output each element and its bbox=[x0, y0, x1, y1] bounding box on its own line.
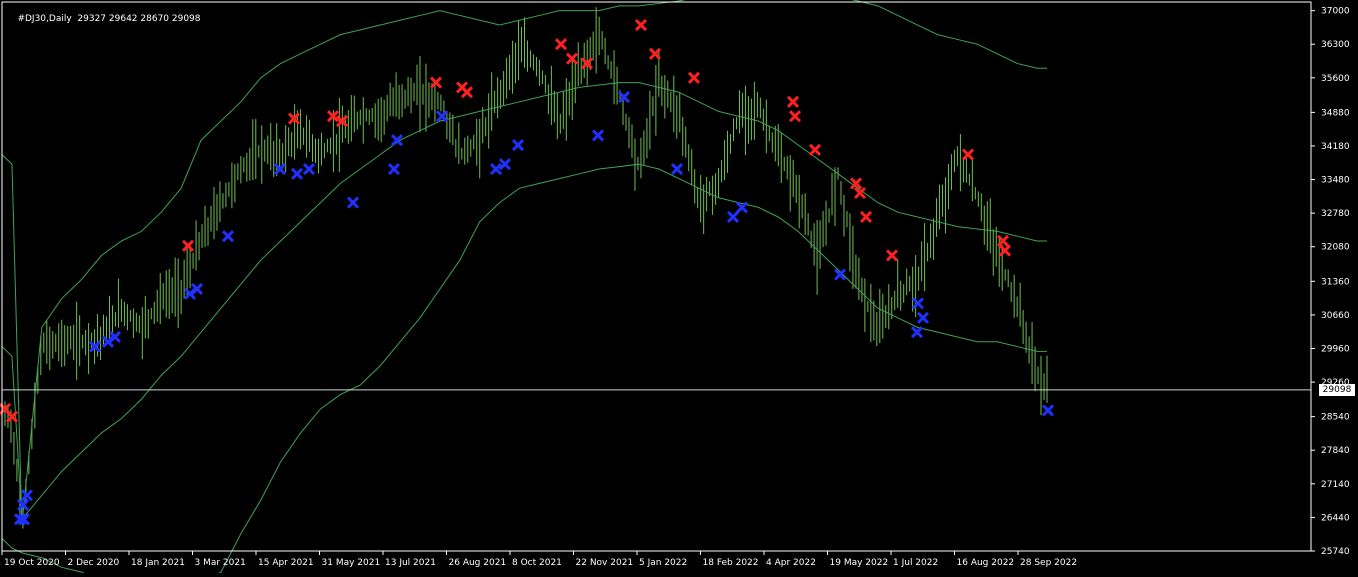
y-tick-label-3: 34880 bbox=[1321, 108, 1350, 118]
y-tick-label-0: 37000 bbox=[1321, 7, 1350, 17]
chart-title: #DJ30,Daily 29327 29642 28670 29098 bbox=[6, 4, 201, 34]
buy-marker-27 bbox=[910, 326, 924, 339]
band-line-2 bbox=[1, 163, 1047, 577]
y-tick-label-10: 29960 bbox=[1321, 344, 1350, 354]
sell-marker-22 bbox=[961, 148, 975, 161]
y-tick-label-7: 32080 bbox=[1321, 243, 1350, 253]
sell-marker-2 bbox=[181, 239, 195, 252]
y-tick-label-13: 27840 bbox=[1321, 446, 1350, 456]
band-line-1 bbox=[1, 0, 1047, 525]
y-tick-label-12: 28540 bbox=[1321, 413, 1350, 423]
x-tick-label-14: 1 Jul 2022 bbox=[893, 558, 938, 568]
symbol-label: #DJ30,Daily bbox=[17, 14, 72, 24]
x-tick-label-13: 19 May 2022 bbox=[830, 558, 889, 568]
y-tick-label-15: 26440 bbox=[1321, 513, 1350, 523]
buy-marker-29 bbox=[1041, 404, 1055, 417]
band-line-0 bbox=[1, 82, 1047, 521]
y-tick-label-5: 33480 bbox=[1321, 176, 1350, 186]
sell-marker-8 bbox=[460, 86, 474, 99]
x-tick-label-1: 2 Dec 2020 bbox=[68, 558, 120, 568]
sell-marker-16 bbox=[788, 110, 802, 123]
buy-marker-11 bbox=[290, 167, 304, 180]
buy-marker-9 bbox=[221, 230, 235, 243]
y-axis: 37000 36300 35600 34880 34180 33480 32780 32080… bbox=[1311, 7, 1350, 557]
buy-marker-26 bbox=[911, 297, 925, 310]
x-tick-label-9: 22 Nov 2021 bbox=[576, 558, 634, 568]
signal-markers bbox=[0, 18, 1055, 526]
buy-marker-18 bbox=[489, 162, 503, 176]
x-tick-label-4: 15 Apr 2021 bbox=[258, 558, 314, 568]
buy-marker-22 bbox=[670, 162, 684, 176]
sell-marker-14 bbox=[687, 71, 701, 84]
x-tick-label-16: 28 Sep 2022 bbox=[1020, 558, 1077, 568]
y-tick-label-4: 34180 bbox=[1321, 142, 1350, 152]
y-tick-label-9: 30660 bbox=[1321, 311, 1350, 321]
buy-marker-28 bbox=[916, 311, 930, 324]
sell-marker-6 bbox=[429, 76, 443, 89]
x-tick-label-2: 18 Jan 2021 bbox=[131, 558, 185, 568]
y-tick-label-2: 35600 bbox=[1321, 74, 1350, 84]
price-bars bbox=[1, 7, 1048, 529]
x-axis: 19 Oct 2020 2 Dec 2020 18 Jan 2021 3 Mar 20… bbox=[1, 551, 1077, 568]
current-price-tag: 29098 bbox=[1319, 383, 1355, 396]
x-tick-label-0: 19 Oct 2020 bbox=[4, 558, 60, 568]
price-chart[interactable]: 37000 36300 35600 34880 34180 33480 32780 32080… bbox=[0, 0, 1358, 577]
x-tick-label-15: 16 Aug 2022 bbox=[957, 558, 1015, 568]
y-tick-label-16: 25740 bbox=[1321, 547, 1350, 557]
buy-marker-24 bbox=[726, 210, 740, 224]
y-tick-label-8: 31360 bbox=[1321, 277, 1350, 287]
buy-marker-12 bbox=[302, 162, 316, 176]
sell-marker-17 bbox=[808, 143, 822, 156]
buy-marker-1 bbox=[20, 489, 34, 502]
buy-marker-14 bbox=[387, 162, 401, 176]
x-tick-label-6: 13 Jul 2021 bbox=[385, 558, 436, 568]
buy-marker-13 bbox=[346, 196, 360, 209]
chart-canvas[interactable]: 37000 36300 35600 34880 34180 33480 32780 32080… bbox=[0, 0, 1358, 577]
sell-marker-15 bbox=[786, 95, 800, 108]
bollinger-bands bbox=[1, 0, 1047, 577]
x-tick-label-3: 3 Mar 2021 bbox=[195, 558, 246, 568]
x-tick-label-10: 5 Jan 2022 bbox=[639, 558, 687, 568]
x-tick-label-7: 26 Aug 2021 bbox=[449, 558, 507, 568]
sell-marker-21 bbox=[885, 249, 899, 262]
x-tick-label-5: 31 May 2021 bbox=[322, 558, 381, 568]
sell-marker-12 bbox=[634, 18, 648, 32]
y-tick-label-1: 36300 bbox=[1321, 40, 1350, 50]
buy-marker-21 bbox=[591, 129, 605, 142]
sell-marker-24 bbox=[998, 244, 1012, 257]
plot-frame bbox=[1, 1, 1312, 552]
x-tick-label-8: 8 Oct 2021 bbox=[512, 558, 562, 568]
buy-marker-17 bbox=[511, 138, 525, 152]
buy-marker-16 bbox=[435, 110, 449, 123]
y-tick-label-6: 32780 bbox=[1321, 209, 1350, 219]
y-tick-label-14: 27140 bbox=[1321, 480, 1350, 490]
x-tick-label-12: 4 Apr 2022 bbox=[766, 558, 816, 568]
x-tick-label-11: 18 Feb 2022 bbox=[703, 558, 759, 568]
buy-marker-19 bbox=[498, 158, 512, 171]
sell-marker-9 bbox=[554, 38, 568, 51]
sell-marker-20 bbox=[859, 210, 873, 224]
ohlc-readout: 29327 29642 28670 29098 bbox=[77, 14, 201, 24]
